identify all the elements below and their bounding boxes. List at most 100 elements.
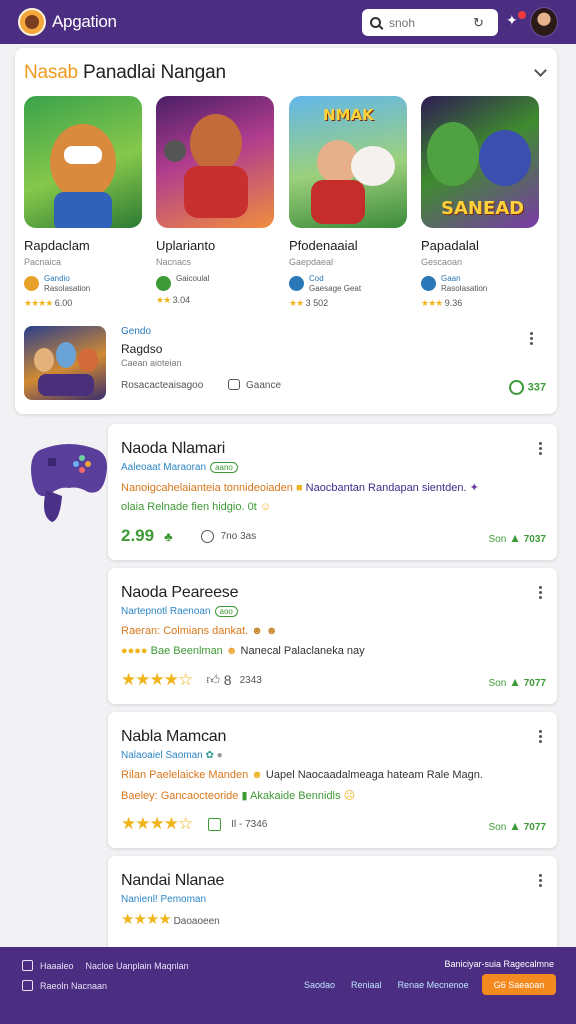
developer-icon [421, 276, 436, 291]
footer-link[interactable]: Reniaal [351, 980, 382, 990]
comment-count: 7no 3as [220, 530, 257, 542]
post-author-name[interactable]: Aaleoaat Maraoran [121, 462, 206, 473]
post-author-name[interactable]: Nanienl! Pemoman [121, 894, 206, 905]
rating-value: 6.00 [54, 298, 73, 308]
post-title[interactable]: Naoda Peareese [121, 584, 238, 602]
developer-tag: Gaicoulal [176, 274, 210, 283]
post-author-name[interactable]: Nartepnotl Raenoan [121, 606, 211, 617]
more-options-icon[interactable] [539, 442, 543, 456]
post-footer: ★★★★ Daoaoeen [121, 910, 220, 928]
leaf-icon: ♣ [164, 528, 173, 544]
rating-value: 3.04 [172, 295, 191, 305]
post-body-line: Rilan Paelelaicke Manden ☻ Uapel Naocaad… [121, 769, 483, 781]
post-author: Aaleoaat Maraoran aano [121, 462, 238, 473]
game-tile[interactable]: NMAK Pfodenaaial Gaepdaeal Cod Gaesage G… [289, 96, 407, 309]
search-input[interactable] [389, 15, 473, 30]
comment-icon[interactable] [228, 379, 240, 390]
item-comments-label: Gaance [246, 380, 282, 391]
post-card[interactable]: Naoda Nlamari Aaleoaat Maraoran aano Nano… [108, 424, 557, 560]
game-tile[interactable]: Uplarianto Nacnacs Gaicoulal ★★ 3.04 [156, 96, 274, 306]
post-author: Nalaoaiel Saoman ✿ ● [121, 750, 223, 761]
post-score[interactable]: Son ▲ 7037 [489, 531, 547, 545]
footer-link[interactable]: Nacloe Uanplain Maqnlan [86, 961, 189, 971]
post-title[interactable]: Nandai Nlanae [121, 872, 224, 890]
star-rating: ★★★★☆ [121, 670, 193, 689]
game-tile[interactable]: Rapdaclam Pacnaica Gandio Rasolasation ★… [24, 96, 142, 309]
game-name[interactable]: Uplarianto [156, 238, 274, 253]
post-author-name[interactable]: Nalaoaiel Saoman [121, 750, 203, 761]
dot-icon: ● [216, 750, 223, 761]
footer-link[interactable]: Saodao [304, 980, 335, 990]
top-bar: Apgation ↻ ✦ [0, 0, 576, 44]
bottle-icon: ▮ [241, 790, 248, 802]
more-options-icon[interactable] [539, 874, 543, 888]
game-art-image[interactable] [24, 326, 106, 400]
bookmark-icon[interactable] [208, 817, 222, 831]
refresh-icon[interactable]: ↻ [473, 15, 484, 31]
score-label: Son [488, 678, 507, 689]
chevron-down-icon[interactable] [534, 64, 547, 77]
score-value: 7077 [523, 822, 546, 833]
featured-title-accent: Nasab [24, 62, 78, 83]
star-rating: ★★ [156, 295, 171, 305]
star-rating: ★★★★☆ [121, 814, 193, 833]
featured-list-item[interactable]: Gendo Ragdso Caean aioteian Rosacacteais… [24, 326, 548, 402]
score-label: Son [488, 534, 507, 545]
more-options-icon[interactable] [530, 332, 534, 346]
footer-link[interactable]: Baniciyar-suia Ragecalmne [444, 959, 554, 969]
post-card[interactable]: Naoda Peareese Nartepnotl Raenoan aoo Rae… [108, 568, 557, 704]
post-body-line: olaia Relnade fien hidgio. 0t ☺ [121, 501, 271, 513]
thumbs-up-icon[interactable]: 👍︎ [206, 672, 220, 688]
avatar[interactable] [530, 7, 558, 37]
footer-link[interactable]: Haaaleo [40, 961, 74, 971]
score-value: 7037 [523, 534, 546, 545]
post-score[interactable]: Son ▲ 7077 [489, 819, 547, 833]
game-name[interactable]: Papadalal [421, 238, 539, 253]
developer-icon [289, 276, 304, 291]
game-art-image[interactable]: SANEAD [421, 96, 539, 228]
post-card[interactable]: Nabla Mamcan Nalaoaiel Saoman ✿ ● Rilan … [108, 712, 557, 848]
upvote-icon[interactable]: ▲ [509, 531, 521, 545]
post-body-text: Bae Beenlman [150, 645, 223, 657]
rating-label: Daoaoeen [173, 916, 220, 927]
cta-button[interactable]: G6 Saeaoan [482, 974, 556, 995]
item-score: 337 [508, 380, 546, 395]
badge-icon: ✿ [205, 750, 214, 761]
comment-icon[interactable] [200, 529, 214, 543]
developer-tag: Rasolasation [441, 284, 488, 293]
game-art-image[interactable] [24, 96, 142, 228]
search-box[interactable]: ↻ [362, 9, 498, 36]
post-body-line: ●●●● Bae Beenlman ☻ Nanecal Palaclaneka … [121, 645, 365, 657]
game-name[interactable]: Rapdaclam [24, 238, 142, 253]
sparkle-icon: ✦ [469, 482, 479, 494]
game-tile[interactable]: SANEAD Papadalal Gescaoan Gaan Rasolasat… [421, 96, 539, 309]
post-stat: 2.99 [121, 526, 155, 545]
post-title[interactable]: Naoda Nlamari [121, 440, 225, 458]
app-logo[interactable] [18, 8, 46, 36]
gamepad-icon [31, 444, 107, 522]
score-badge-icon [508, 380, 524, 395]
rating-value: 3 502 [305, 298, 329, 308]
notification-icon[interactable]: ✦ [506, 11, 526, 30]
post-footer: ★★★★☆ Il - 7346 [121, 814, 267, 834]
emoji-icon: ☹ [343, 790, 356, 802]
upvote-icon[interactable]: ▲ [509, 675, 521, 689]
post-body-text: Naocbantan Randapan sientden. [305, 482, 467, 494]
view-count: 2343 [239, 674, 262, 686]
logo-face-icon [25, 15, 39, 29]
developer-icon [156, 276, 171, 291]
post-body-text: olaia Relnade fien hidgio. 0t [121, 501, 257, 513]
game-art-image[interactable] [156, 96, 274, 228]
post-score[interactable]: Son ▲ 7077 [489, 675, 547, 689]
footer-link[interactable]: Renae Mecnenoe [398, 980, 469, 990]
status-badge: aoo [214, 606, 238, 617]
post-title[interactable]: Nabla Mamcan [121, 728, 226, 746]
post-body-text: Baeley: Gancaocteoride [121, 790, 239, 802]
upvote-icon[interactable]: ▲ [509, 819, 521, 833]
game-name[interactable]: Pfodenaaial [289, 238, 407, 253]
game-art-image[interactable]: NMAK [289, 96, 407, 228]
footer-link[interactable]: Raeoln Nacnaan [40, 981, 107, 991]
more-options-icon[interactable] [539, 586, 543, 600]
more-options-icon[interactable] [539, 730, 543, 744]
item-title[interactable]: Ragdso [121, 342, 162, 356]
